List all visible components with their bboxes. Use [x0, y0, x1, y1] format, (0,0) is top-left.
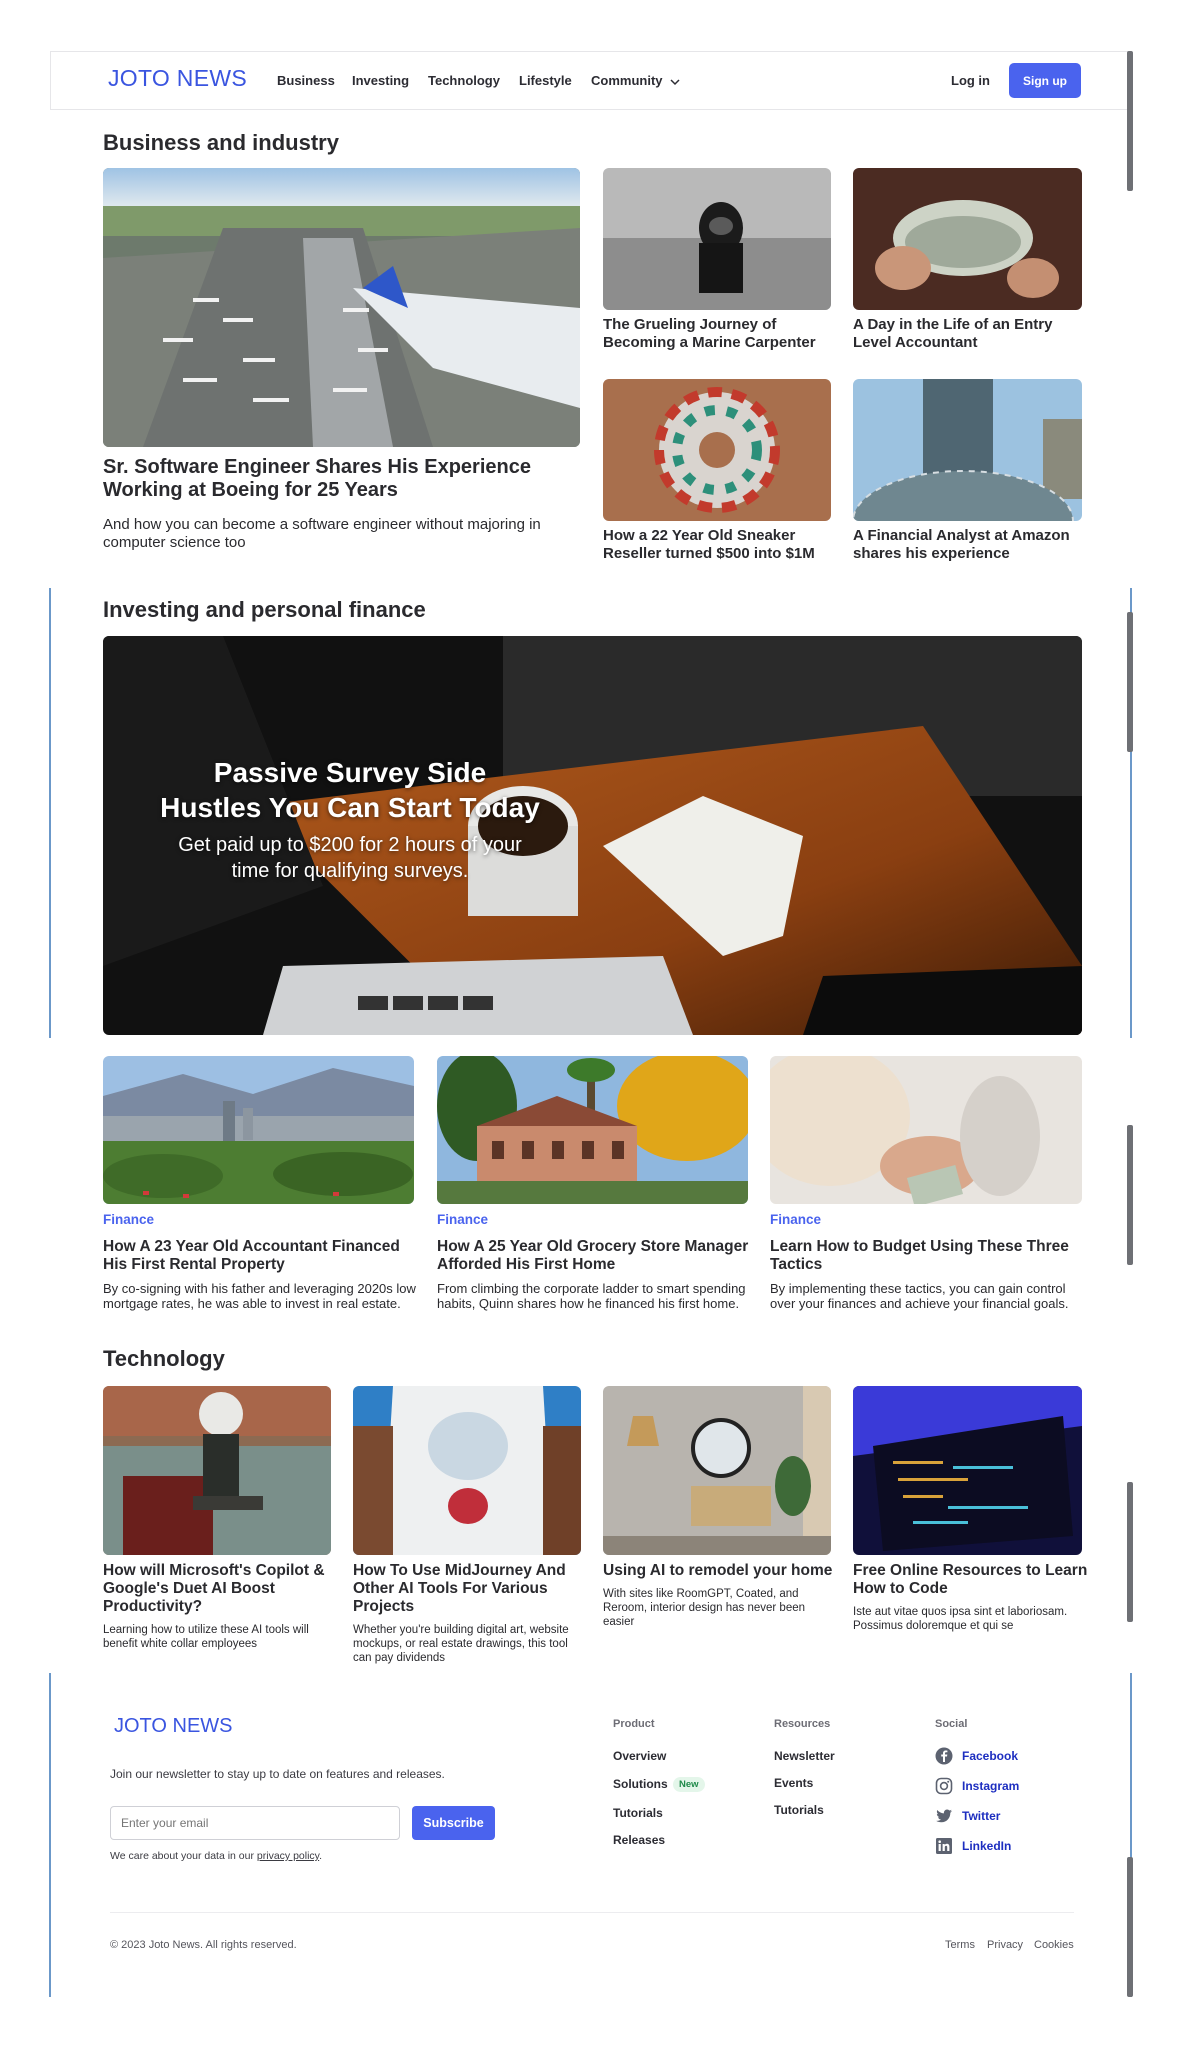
privacy-note: We care about your data in our privacy p… — [110, 1850, 322, 1862]
frame-divider — [49, 588, 51, 1038]
card-title[interactable]: A Financial Analyst at Amazon shares his… — [853, 527, 1085, 562]
scrollbar-thumb[interactable] — [1127, 1125, 1133, 1265]
site-header: JOTO NEWS Business Investing Technology … — [50, 51, 1130, 110]
card-desc: Whether you're building digital art, web… — [353, 1624, 569, 1664]
footer-link-cookies[interactable]: Cookies — [1034, 1939, 1074, 1951]
footer-heading-social: Social — [935, 1718, 968, 1730]
social-link-facebook[interactable]: Facebook — [935, 1747, 1018, 1765]
facebook-icon — [935, 1747, 953, 1765]
scrollbar-thumb[interactable] — [1127, 612, 1133, 752]
card-image-house[interactable] — [437, 1056, 748, 1204]
nav-technology[interactable]: Technology — [428, 73, 500, 88]
chevron-down-icon — [670, 79, 680, 85]
category-label[interactable]: Finance — [437, 1212, 488, 1227]
card-title[interactable]: How will Microsoft's Copilot & Google's … — [103, 1562, 341, 1616]
social-link-twitter[interactable]: Twitter — [935, 1807, 1000, 1825]
feature-image-airport[interactable] — [103, 168, 580, 447]
card-image-diver[interactable] — [603, 168, 831, 310]
card-desc: By implementing these tactics, you can g… — [770, 1281, 1069, 1311]
privacy-policy-link[interactable]: privacy policy — [257, 1850, 319, 1862]
hero-subtitle: Get paid up to $200 for 2 hours of your … — [178, 833, 522, 882]
hero-title[interactable]: Passive Survey Side Hustles You Can Star… — [160, 755, 540, 826]
card-image-sneakers[interactable] — [603, 379, 831, 521]
card-desc: Iste aut vitae quos ipsa sint et laborio… — [853, 1606, 1068, 1632]
card-title[interactable]: The Grueling Journey of Becoming a Marin… — [603, 316, 835, 351]
social-link-linkedin[interactable]: LinkedIn — [935, 1837, 1011, 1855]
new-badge: New — [673, 1777, 705, 1792]
card-title[interactable]: Using AI to remodel your home — [603, 1562, 841, 1580]
card-image-code[interactable] — [853, 1386, 1082, 1555]
footer-heading-product: Product — [613, 1718, 655, 1730]
feature-title[interactable]: Sr. Software Engineer Shares His Experie… — [103, 456, 580, 503]
card-title[interactable]: How A 25 Year Old Grocery Store Manager … — [437, 1238, 752, 1274]
nav-lifestyle[interactable]: Lifestyle — [519, 73, 572, 88]
footer-link-newsletter[interactable]: Newsletter — [774, 1749, 835, 1763]
card-title[interactable]: How To Use MidJourney And Other AI Tools… — [353, 1562, 591, 1616]
card-title[interactable]: Learn How to Budget Using These Three Ta… — [770, 1238, 1085, 1274]
instagram-icon — [935, 1777, 953, 1795]
footer-heading-resources: Resources — [774, 1718, 831, 1730]
footer-link-privacy[interactable]: Privacy — [987, 1939, 1023, 1951]
scrollbar-thumb[interactable] — [1127, 1482, 1133, 1622]
social-link-instagram[interactable]: Instagram — [935, 1777, 1019, 1795]
frame-divider — [49, 1673, 51, 1997]
feature-desc: And how you can become a software engine… — [103, 516, 541, 551]
social-label: Twitter — [962, 1809, 1001, 1823]
copyright: © 2023 Joto News. All rights reserved. — [110, 1939, 297, 1951]
footer-link-solutions[interactable]: Solutions — [613, 1777, 668, 1791]
footer-link-overview[interactable]: Overview — [613, 1749, 666, 1763]
social-label: LinkedIn — [962, 1839, 1012, 1853]
card-desc: Learning how to utilize these AI tools w… — [103, 1624, 309, 1650]
card-title[interactable]: A Day in the Life of an Entry Level Acco… — [853, 316, 1085, 351]
footer-link-terms[interactable]: Terms — [945, 1939, 975, 1951]
card-image-robot[interactable] — [103, 1386, 331, 1555]
section-title-business: Business and industry — [103, 130, 339, 155]
category-label[interactable]: Finance — [770, 1212, 821, 1227]
privacy-suffix: . — [319, 1850, 323, 1862]
card-image-money[interactable] — [853, 168, 1082, 310]
scrollbar-thumb[interactable] — [1127, 51, 1133, 191]
site-logo[interactable]: JOTO NEWS — [108, 65, 247, 92]
email-input[interactable] — [110, 1806, 400, 1840]
subscribe-button[interactable]: Subscribe — [412, 1806, 495, 1840]
card-desc: By co-signing with his father and levera… — [103, 1281, 416, 1311]
section-title-investing: Investing and personal finance — [103, 597, 426, 622]
social-label: Facebook — [962, 1749, 1019, 1763]
footer-link-events[interactable]: Events — [774, 1776, 813, 1790]
scrollbar-thumb[interactable] — [1127, 1857, 1133, 1997]
category-label[interactable]: Finance — [103, 1212, 154, 1227]
nav-investing[interactable]: Investing — [352, 73, 409, 88]
card-image-spheres[interactable] — [853, 379, 1082, 521]
card-desc: With sites like RoomGPT, Coated, and Rer… — [603, 1588, 806, 1628]
footer-divider — [110, 1912, 1074, 1913]
card-title[interactable]: How A 23 Year Old Accountant Financed Hi… — [103, 1238, 418, 1274]
card-title[interactable]: How a 22 Year Old Sneaker Reseller turne… — [603, 527, 835, 562]
card-title[interactable]: Free Online Resources to Learn How to Co… — [853, 1562, 1091, 1598]
linkedin-icon — [935, 1837, 953, 1855]
newsletter-text: Join our newsletter to stay up to date o… — [110, 1767, 445, 1781]
card-desc: From climbing the corporate ladder to sm… — [437, 1281, 746, 1311]
footer-logo[interactable]: JOTO NEWS — [114, 1715, 233, 1738]
nav-business[interactable]: Business — [277, 73, 335, 88]
card-image-room[interactable] — [603, 1386, 831, 1555]
signup-button[interactable]: Sign up — [1009, 63, 1081, 98]
login-button[interactable]: Log in — [951, 73, 990, 88]
nav-community[interactable]: Community — [591, 73, 680, 88]
social-label: Instagram — [962, 1779, 1020, 1793]
footer-link-tutorials[interactable]: Tutorials — [774, 1803, 824, 1817]
nav-community-label: Community — [591, 73, 663, 88]
privacy-prefix: We care about your data in our — [110, 1850, 257, 1862]
footer-link-tutorials[interactable]: Tutorials — [613, 1806, 663, 1820]
footer-link-releases[interactable]: Releases — [613, 1833, 665, 1847]
card-image-hands[interactable] — [770, 1056, 1082, 1204]
hero-text: Passive Survey Side Hustles You Can Star… — [160, 755, 540, 884]
card-image-city[interactable] — [103, 1056, 414, 1204]
section-title-technology: Technology — [103, 1346, 225, 1371]
card-image-shirt[interactable] — [353, 1386, 581, 1555]
twitter-icon — [935, 1807, 953, 1825]
